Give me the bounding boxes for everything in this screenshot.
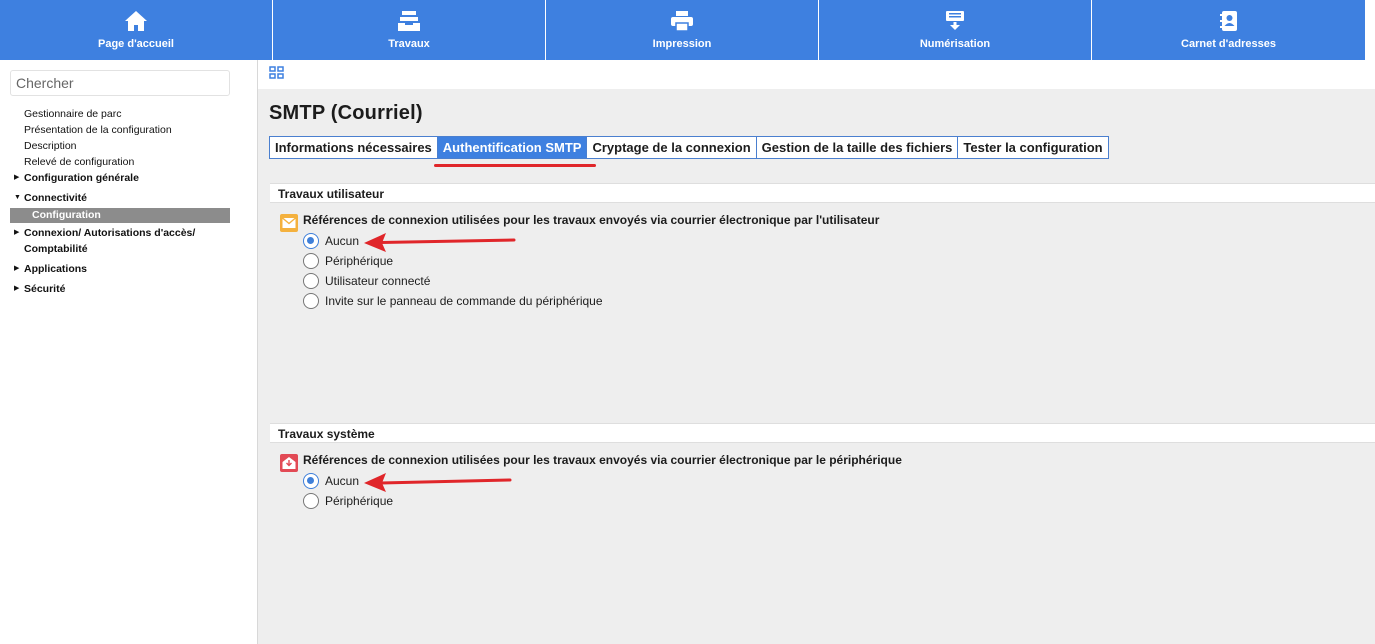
sidebar-item-label: Applications [24, 263, 88, 275]
home-icon [122, 9, 150, 33]
sidebar: Gestionnaire de parc Présentation de la … [0, 60, 258, 644]
system-option-none[interactable]: Aucun [303, 472, 359, 490]
nav-jobs[interactable]: Travaux [273, 0, 546, 60]
caret-right-icon: ▶ [14, 265, 20, 272]
top-navigation: Page d'accueil Travaux Impression Numéri… [0, 0, 1365, 60]
radio-selected[interactable] [303, 473, 319, 489]
sidebar-item-configuration-overview[interactable]: Présentation de la configuration [10, 122, 230, 138]
sidebar-item-label: Connexion/ Autorisations d'accès/ Compta… [24, 227, 196, 255]
caret-right-icon: ▶ [14, 174, 20, 181]
user-option-none[interactable]: Aucun [303, 232, 359, 250]
nav-scan[interactable]: Numérisation [819, 0, 1092, 60]
radio-unselected[interactable] [303, 293, 319, 309]
option-label: Utilisateur connecté [325, 274, 431, 288]
radio-selected[interactable] [303, 233, 319, 249]
tab-connection-encryption[interactable]: Cryptage de la connexion [586, 137, 755, 158]
nav-print-label: Impression [652, 38, 712, 50]
user-option-prompt-control-panel[interactable]: Invite sur le panneau de commande du pér… [303, 292, 603, 310]
nav-jobs-label: Travaux [388, 38, 430, 50]
user-jobs-section: Travaux utilisateur Références de connex… [270, 183, 1375, 423]
page-title: SMTP (Courriel) [269, 102, 423, 124]
tab-bar: Informations nécessaires Authentificatio… [269, 136, 1109, 159]
scan-icon [941, 9, 969, 33]
search-input[interactable] [10, 70, 230, 96]
main-content: SMTP (Courriel) Informations nécessaires… [258, 60, 1375, 644]
sidebar-item-label: Sécurité [24, 283, 66, 295]
grid-view-icon[interactable] [269, 66, 285, 80]
sidebar-item-configuration-report[interactable]: Relevé de configuration [10, 154, 230, 170]
radio-unselected[interactable] [303, 493, 319, 509]
sidebar-item-security[interactable]: ▶ Sécurité [10, 281, 230, 299]
sidebar-item-general-setup[interactable]: ▶ Configuration générale [10, 170, 230, 188]
nav-print[interactable]: Impression [546, 0, 819, 60]
annotation-arrow-icon [364, 473, 512, 492]
option-label: Aucun [325, 234, 360, 248]
caret-right-icon: ▶ [14, 229, 20, 236]
nav-home-label: Page d'accueil [98, 38, 174, 50]
annotation-arrow-icon [364, 233, 516, 252]
system-option-device[interactable]: Périphérique [303, 492, 393, 510]
user-credentials-label: Références de connexion utilisées pour l… [303, 213, 880, 227]
user-option-logged-in-user[interactable]: Utilisateur connecté [303, 272, 430, 290]
tab-test-configuration[interactable]: Tester la configuration [957, 137, 1107, 158]
sidebar-item-connectivity[interactable]: ▼ Connectivité [10, 190, 230, 208]
nav-address-book[interactable]: Carnet d'adresses [1092, 0, 1365, 60]
system-jobs-heading: Travaux système [270, 423, 1375, 443]
sidebar-item-label: Configuration générale [24, 172, 139, 184]
nav-scan-label: Numérisation [919, 38, 991, 50]
printer-icon [668, 9, 696, 33]
nav-address-book-label: Carnet d'adresses [1181, 38, 1276, 50]
option-label: Invite sur le panneau de commande du pér… [325, 294, 603, 308]
sidebar-item-label: Connectivité [24, 192, 88, 204]
tab-smtp-authentication[interactable]: Authentification SMTP [436, 137, 587, 158]
sidebar-tree: Gestionnaire de parc Présentation de la … [10, 106, 230, 299]
main-toolbar [258, 60, 1375, 89]
tab-required-information[interactable]: Informations nécessaires [270, 137, 437, 158]
sidebar-item-fleet-manager[interactable]: Gestionnaire de parc [10, 106, 230, 122]
sidebar-item-login-permissions[interactable]: ▶ Connexion/ Autorisations d'accès/ Comp… [10, 225, 230, 257]
nav-home[interactable]: Page d'accueil [0, 0, 273, 60]
sidebar-item-configuration[interactable]: Configuration [10, 208, 230, 223]
radio-unselected[interactable] [303, 253, 319, 269]
caret-right-icon: ▶ [14, 285, 20, 292]
annotation-underline [434, 164, 596, 167]
caret-down-icon: ▼ [14, 194, 21, 201]
option-label: Périphérique [325, 254, 394, 268]
system-credentials-label: Références de connexion utilisées pour l… [303, 453, 902, 467]
sidebar-item-description[interactable]: Description [10, 138, 230, 154]
user-jobs-heading: Travaux utilisateur [270, 183, 1375, 203]
address-book-icon [1215, 9, 1243, 33]
option-label: Aucun [325, 474, 360, 488]
system-jobs-section: Travaux système Références de connexion … [270, 423, 1375, 644]
user-option-device[interactable]: Périphérique [303, 252, 393, 270]
jobs-icon [395, 9, 423, 33]
email-icon [279, 213, 301, 235]
tab-file-size-management[interactable]: Gestion de la taille des fichiers [755, 137, 958, 158]
option-label: Périphérique [325, 494, 394, 508]
sidebar-item-applications[interactable]: ▶ Applications [10, 261, 230, 279]
radio-unselected[interactable] [303, 273, 319, 289]
device-email-icon [279, 453, 301, 475]
